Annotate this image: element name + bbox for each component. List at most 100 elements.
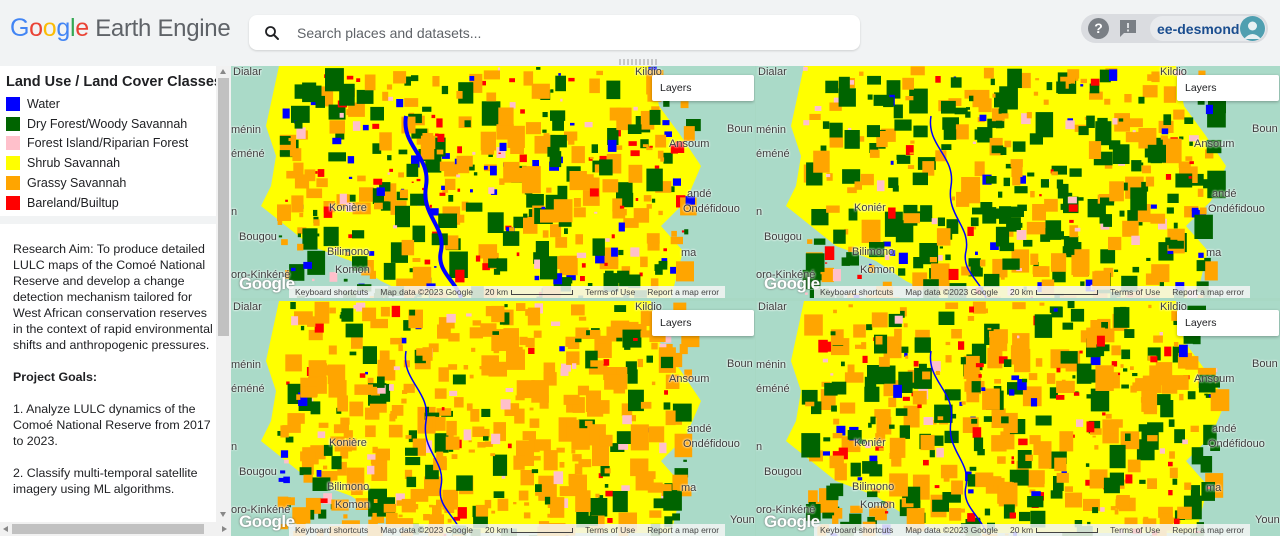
google-watermark-logo[interactable]: Google: [239, 512, 295, 532]
lulc-patch: [1003, 177, 1010, 187]
lulc-patch: [1095, 365, 1114, 391]
lulc-patch: [1017, 204, 1027, 211]
search-input[interactable]: [297, 15, 847, 50]
scrollbar-thumb[interactable]: [218, 78, 229, 336]
lulc-patch: [518, 490, 529, 501]
lulc-patch: [1040, 179, 1049, 188]
place-label: Ondéfidouo: [683, 203, 740, 215]
lulc-patch: [672, 403, 692, 422]
lulc-patch: [971, 418, 978, 424]
user-account-chip[interactable]: ee-desmond: [1150, 16, 1266, 41]
lulc-patch: [985, 176, 997, 184]
lulc-patch: [670, 236, 683, 245]
description-text: Research Aim: To produce detailed LULC m…: [13, 241, 215, 513]
map-keyboard-shortcuts-link[interactable]: Keyboard shortcuts: [814, 525, 899, 535]
google-watermark-logo[interactable]: Google: [239, 274, 295, 294]
map-scale[interactable]: 20 km: [479, 525, 579, 535]
google-earth-engine-logo[interactable]: Google Earth Engine: [10, 14, 231, 43]
lulc-patch: [373, 499, 378, 503]
lulc-patch: [993, 329, 1008, 344]
lulc-patch: [1151, 71, 1160, 83]
scale-bar: [1036, 528, 1099, 534]
legend-swatch: [6, 176, 20, 191]
map-report-error-link[interactable]: Report a map error: [1166, 287, 1250, 297]
vertical-scrollbar[interactable]: [216, 66, 231, 522]
lulc-patch: [888, 397, 897, 408]
lulc-patch: [934, 485, 940, 489]
lulc-patch: [1124, 94, 1132, 103]
lulc-patch: [434, 388, 447, 399]
place-label: Bilimono: [852, 481, 895, 493]
scrollbar-thumb[interactable]: [12, 524, 204, 534]
lulc-patch: [1124, 329, 1135, 338]
map-keyboard-shortcuts-link[interactable]: Keyboard shortcuts: [289, 287, 374, 297]
lulc-patch: [822, 358, 828, 363]
lulc-patch: [328, 345, 337, 355]
place-label: Ondéfidouo: [683, 438, 740, 450]
horizontal-scrollbar[interactable]: [0, 522, 231, 536]
lulc-patch: [945, 254, 951, 261]
google-watermark-logo[interactable]: Google: [764, 274, 820, 294]
lulc-map-panel[interactable]: Dialar Kildio Boun ménin éméné Ansoum n andé Ond…: [231, 66, 755, 298]
avatar[interactable]: [1240, 16, 1265, 41]
scroll-right-icon[interactable]: [222, 525, 227, 532]
lulc-patch: [1080, 84, 1084, 87]
layers-button[interactable]: Layers: [1177, 75, 1279, 101]
lulc-map-panel[interactable]: Dialar Kildio Boun ménin éméné Ansoum n andé Ond…: [756, 66, 1280, 298]
legend-swatch: [6, 96, 20, 111]
lulc-patch: [299, 467, 312, 476]
lulc-patch: [525, 309, 531, 316]
layers-button[interactable]: Layers: [652, 310, 754, 336]
lulc-map-panel[interactable]: Dialar Kildio Boun ménin éméné Ansoum n andé Ond…: [756, 301, 1280, 536]
lulc-patch: [894, 119, 912, 131]
place-label: Youn: [730, 514, 755, 526]
map-report-error-link[interactable]: Report a map error: [641, 287, 725, 297]
lulc-patch: [658, 210, 663, 216]
map-terms-link[interactable]: Terms of Use: [579, 287, 641, 297]
place-label: Dialar: [758, 301, 787, 313]
panel-resize-handle[interactable]: [619, 59, 659, 65]
map-terms-link[interactable]: Terms of Use: [579, 525, 641, 535]
lulc-patch: [284, 459, 289, 464]
place-label: ménin: [231, 359, 261, 371]
feedback-icon[interactable]: [1118, 19, 1138, 38]
search-icon[interactable]: [263, 24, 281, 42]
map-report-error-link[interactable]: Report a map error: [641, 525, 725, 535]
lulc-patch: [917, 483, 922, 486]
google-watermark-logo[interactable]: Google: [764, 512, 820, 532]
lulc-patch: [1122, 146, 1128, 150]
lulc-patch: [481, 147, 495, 155]
map-scale[interactable]: 20 km: [1004, 525, 1104, 535]
help-icon[interactable]: ?: [1088, 18, 1109, 39]
scroll-down-icon[interactable]: [220, 512, 226, 517]
lulc-patch: [529, 418, 540, 428]
lulc-patch: [637, 358, 643, 368]
scroll-left-icon[interactable]: [3, 525, 8, 532]
map-terms-link[interactable]: Terms of Use: [1104, 287, 1166, 297]
place-label: n: [756, 441, 763, 453]
lulc-patch: [546, 187, 552, 193]
map-terms-link[interactable]: Terms of Use: [1104, 525, 1166, 535]
lulc-patch: [1059, 431, 1074, 452]
map-report-error-link[interactable]: Report a map error: [1166, 525, 1250, 535]
scale-bar: [511, 528, 574, 534]
map-scale[interactable]: 20 km: [479, 287, 579, 297]
layers-button[interactable]: Layers: [652, 75, 754, 101]
scroll-up-icon[interactable]: [220, 69, 226, 74]
lulc-patch: [1173, 342, 1179, 347]
lulc-patch: [555, 75, 566, 92]
lulc-patch: [393, 71, 407, 84]
layers-button[interactable]: Layers: [1177, 310, 1279, 336]
lulc-patch: [1142, 85, 1158, 98]
lulc-patch: [825, 80, 839, 94]
lulc-patch: [456, 91, 463, 99]
map-report-error-link-text: Report a map error: [1172, 287, 1245, 297]
lulc-patch: [961, 401, 966, 405]
lulc-patch: [481, 408, 491, 417]
map-scale[interactable]: 20 km: [1004, 287, 1104, 297]
map-keyboard-shortcuts-link[interactable]: Keyboard shortcuts: [289, 525, 374, 535]
lulc-patch: [1138, 424, 1149, 432]
map-keyboard-shortcuts-link[interactable]: Keyboard shortcuts: [814, 287, 899, 297]
lulc-map-panel[interactable]: Dialar Kildio Boun ménin éméné Ansoum n andé Ond…: [231, 301, 755, 536]
place-label: Dialar: [233, 66, 262, 78]
